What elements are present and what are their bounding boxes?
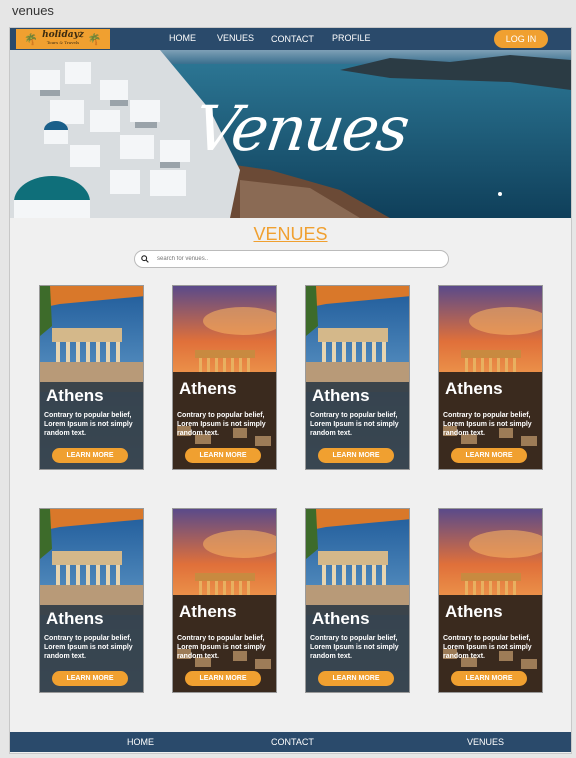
venue-description: Contrary to popular belief, Lorem Ipsum … — [177, 412, 266, 437]
venue-description: Contrary to popular belief, Lorem Ipsum … — [443, 635, 532, 660]
venues-heading: VENUES — [253, 224, 328, 244]
venue-description: Contrary to popular belief, Lorem Ipsum … — [443, 412, 532, 437]
window-title: venues — [12, 3, 54, 18]
search-input[interactable] — [155, 255, 439, 263]
venue-image — [439, 509, 542, 692]
search-bar[interactable] — [134, 250, 449, 268]
nav-profile[interactable]: PROFILE — [332, 33, 371, 43]
venue-card[interactable]: Athens Contrary to popular belief, Lorem … — [438, 285, 543, 470]
footer: HOME CONTACT VENUES — [10, 732, 571, 752]
venue-card[interactable]: Athens Contrary to popular belief, Lorem … — [172, 508, 277, 693]
venue-image — [306, 286, 409, 469]
venue-image — [173, 286, 276, 469]
venue-city: Athens — [312, 609, 370, 628]
footer-home[interactable]: HOME — [127, 737, 154, 747]
nav-home[interactable]: HOME — [169, 33, 196, 43]
logo[interactable]: 🌴 holidayz Tours & Travels 🌴 — [16, 29, 110, 49]
venue-description: Contrary to popular belief, Lorem Ipsum … — [177, 635, 266, 660]
venue-card[interactable]: Athens Contrary to popular belief, Lorem … — [39, 285, 144, 470]
venue-card[interactable]: Athens Contrary to popular belief, Lorem … — [305, 285, 410, 470]
venue-city: Athens — [445, 602, 503, 621]
hero-banner: Venues — [10, 50, 571, 218]
venue-city: Athens — [179, 379, 237, 398]
venue-description: Contrary to popular belief, Lorem Ipsum … — [44, 412, 133, 437]
hero-title: Venues — [189, 92, 413, 165]
learn-more-button[interactable]: LEARN MORE — [185, 671, 261, 686]
venue-description: Contrary to popular belief, Lorem Ipsum … — [310, 412, 399, 437]
login-button[interactable]: LOG IN — [494, 30, 548, 48]
learn-more-button[interactable]: LEARN MORE — [318, 448, 394, 463]
nav-contact[interactable]: CONTACT — [271, 34, 314, 44]
venue-image — [40, 286, 143, 469]
learn-more-button[interactable]: LEARN MORE — [52, 671, 128, 686]
footer-venues[interactable]: VENUES — [467, 737, 504, 747]
venue-city: Athens — [179, 602, 237, 621]
venue-city: Athens — [46, 609, 104, 628]
nav-venues[interactable]: VENUES — [217, 33, 254, 43]
venue-description: Contrary to popular belief, Lorem Ipsum … — [310, 635, 399, 660]
learn-more-button[interactable]: LEARN MORE — [451, 671, 527, 686]
venue-description: Contrary to popular belief, Lorem Ipsum … — [44, 635, 133, 660]
venue-image — [40, 509, 143, 692]
palm-tree-icon: 🌴 — [24, 33, 39, 46]
search-icon — [141, 255, 149, 263]
venue-city: Athens — [312, 386, 370, 405]
top-navbar: 🌴 holidayz Tours & Travels 🌴 HOME VENUES … — [10, 28, 571, 50]
venue-image — [306, 509, 409, 692]
venue-city: Athens — [445, 379, 503, 398]
learn-more-button[interactable]: LEARN MORE — [318, 671, 394, 686]
venue-city: Athens — [46, 386, 104, 405]
page-frame: 🌴 holidayz Tours & Travels 🌴 HOME VENUES … — [9, 27, 572, 754]
venue-card[interactable]: Athens Contrary to popular belief, Lorem … — [39, 508, 144, 693]
learn-more-button[interactable]: LEARN MORE — [185, 448, 261, 463]
palm-tree-icon: 🌴 — [87, 33, 102, 46]
learn-more-button[interactable]: LEARN MORE — [52, 448, 128, 463]
footer-contact[interactable]: CONTACT — [271, 737, 314, 747]
learn-more-button[interactable]: LEARN MORE — [451, 448, 527, 463]
logo-tagline: Tours & Travels — [46, 40, 80, 45]
venue-card[interactable]: Athens Contrary to popular belief, Lorem … — [305, 508, 410, 693]
venue-card[interactable]: Athens Contrary to popular belief, Lorem … — [172, 285, 277, 470]
venue-card[interactable]: Athens Contrary to popular belief, Lorem … — [438, 508, 543, 693]
venue-image — [173, 509, 276, 692]
venue-image — [439, 286, 542, 469]
